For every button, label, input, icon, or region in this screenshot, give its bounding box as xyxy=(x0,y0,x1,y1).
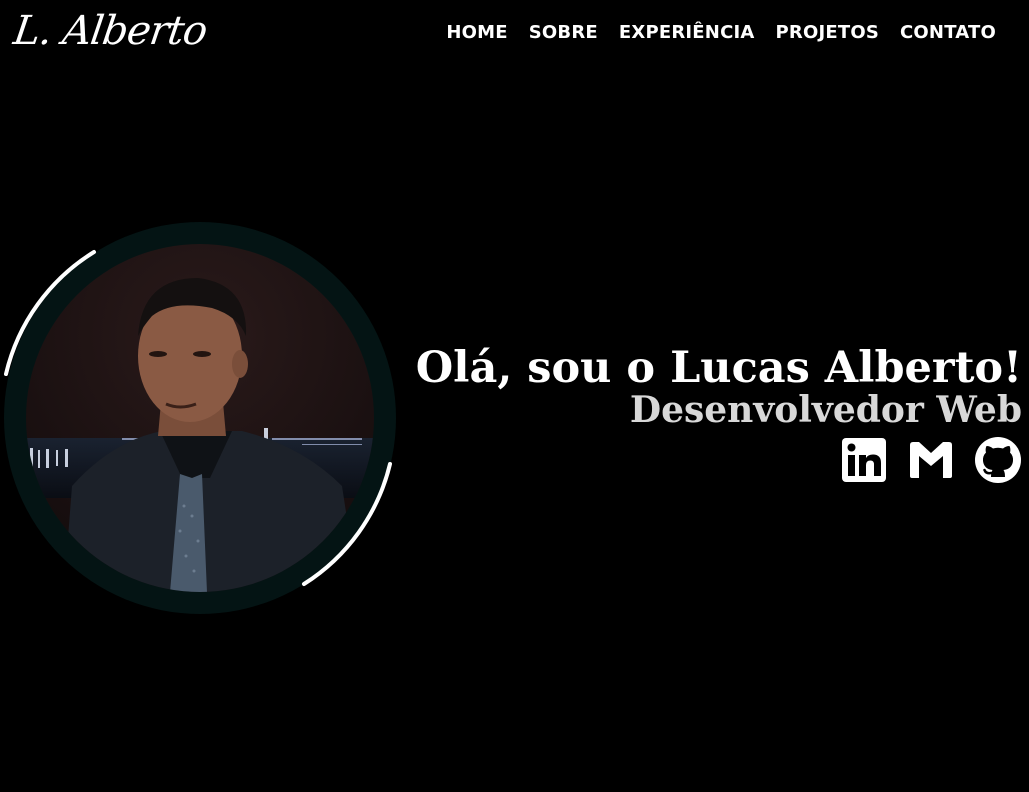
profile-photo-frame xyxy=(2,216,402,616)
profile-photo xyxy=(4,222,396,614)
home-page: L. Alberto HOME SOBRE EXPERIÊNCIA PROJET… xyxy=(0,0,1029,792)
nav-sobre[interactable]: SOBRE xyxy=(529,22,598,43)
nav-home[interactable]: HOME xyxy=(446,22,507,43)
nav-contato[interactable]: CONTATO xyxy=(900,22,996,43)
github-icon[interactable] xyxy=(974,436,1022,484)
linkedin-icon[interactable] xyxy=(840,436,888,484)
hero-section: Olá, sou o Lucas Alberto! Desenvolvedor … xyxy=(416,340,1022,484)
site-logo[interactable]: L. Alberto xyxy=(11,8,210,54)
top-header: L. Alberto HOME SOBRE EXPERIÊNCIA PROJET… xyxy=(0,0,1029,72)
main-nav: HOME SOBRE EXPERIÊNCIA PROJETOS CONTATO xyxy=(446,22,996,43)
hero-subtitle: Desenvolvedor Web xyxy=(629,389,1022,431)
nav-projetos[interactable]: PROJETOS xyxy=(776,22,880,43)
gmail-icon[interactable] xyxy=(907,436,955,484)
hero-title: Olá, sou o Lucas Alberto! xyxy=(415,343,1022,393)
nav-experiencia[interactable]: EXPERIÊNCIA xyxy=(619,22,755,43)
social-links xyxy=(416,436,1022,484)
